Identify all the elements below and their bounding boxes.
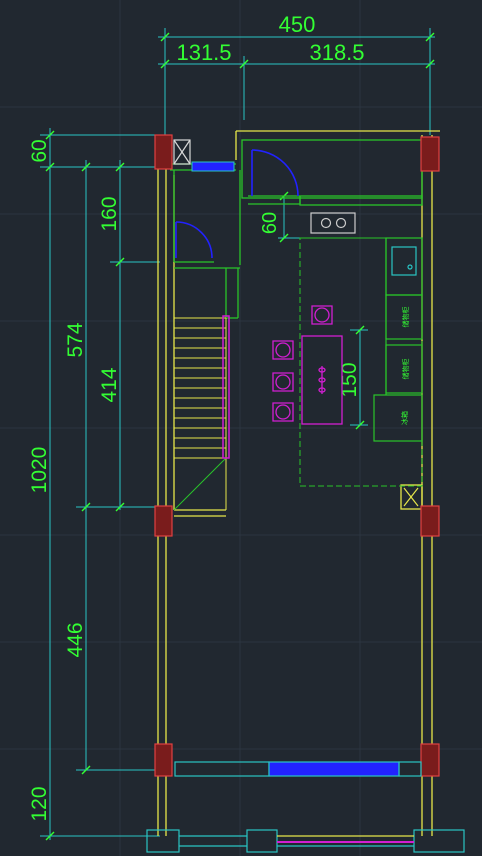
dim-top-left: 131.5 xyxy=(176,40,231,65)
dim-top-total: 450 xyxy=(279,12,316,37)
columns xyxy=(154,134,440,777)
dining-table xyxy=(301,335,343,425)
staircase xyxy=(173,317,227,511)
dim-left-446: 446 xyxy=(64,622,87,657)
dim-left-574: 574 xyxy=(64,322,87,357)
dim-inner-160: 160 xyxy=(98,196,121,231)
dimension-lines xyxy=(40,28,435,840)
dim-left-60: 60 xyxy=(28,139,51,162)
kitchen-counter xyxy=(373,237,423,442)
dim-inner-414: 414 xyxy=(98,367,121,402)
dim-door-60: 60 xyxy=(259,212,281,234)
cabinet-label-1: 储物柜 xyxy=(401,307,410,328)
shaft-boxes xyxy=(173,139,419,507)
dim-left-1020: 1020 xyxy=(28,447,51,494)
cabinet-label-2: 储物柜 xyxy=(401,359,410,380)
front-facade xyxy=(146,829,465,853)
cooktop-icon xyxy=(310,212,356,234)
fridge-label: 冰箱 xyxy=(400,411,409,425)
window-top-left xyxy=(191,161,235,172)
background-grid xyxy=(0,0,482,856)
dim-left-120: 120 xyxy=(28,786,51,821)
front-window xyxy=(174,761,422,777)
floor-plan: 450 131.5 318.5 60 574 1020 446 120 160 … xyxy=(0,0,482,856)
dim-top-right: 318.5 xyxy=(309,40,364,65)
